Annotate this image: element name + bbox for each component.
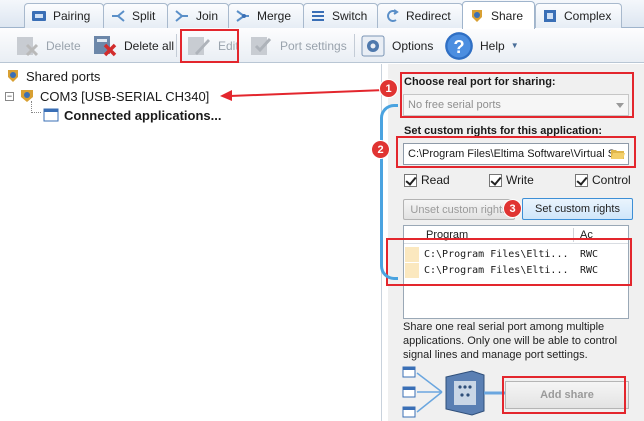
tree-root-label: Shared ports [26,68,101,84]
port-settings-icon [251,36,272,55]
tab-label: Complex [564,9,612,23]
svg-text:?: ? [453,35,464,56]
delete-label: Delete [46,38,81,53]
annotation-badge-2: 2 [371,140,390,159]
share-settings-panel: Choose real port for sharing: No free se… [388,64,644,421]
row-marker [405,263,419,278]
merge-icon [236,10,249,22]
write-label: Write [506,173,534,187]
list-item-access: RWC [580,249,599,260]
port-settings-label: Port settings [280,38,347,53]
checkbox-checked-icon [404,173,417,187]
column-program[interactable]: Program [426,229,468,241]
port-settings-button[interactable]: Port settings [248,30,347,61]
delete-all-label: Delete all [124,38,175,53]
options-label: Options [392,38,434,53]
set-custom-rights-button[interactable]: Set custom rights [522,198,633,220]
edit-label: Edit [218,38,239,53]
tree-root[interactable]: Shared ports [5,68,100,84]
app-path-value: C:\Program Files\Eltima Software\Virtual… [408,148,616,160]
applications-list[interactable]: Program Ac C:\Program Files\Elti... RWC … [403,225,629,319]
annotation-badge-3: 3 [503,199,522,218]
pairing-icon [32,11,46,21]
tab-merge[interactable]: Merge [228,3,304,28]
column-separator [573,228,574,242]
unset-custom-rights-button[interactable]: Unset custom rights [403,199,515,220]
folder-open-icon[interactable] [610,146,626,162]
row-marker [405,247,419,262]
options-button[interactable]: Options [360,30,433,61]
list-item[interactable]: C:\Program Files\Elti... RWC [404,247,628,262]
list-item[interactable]: C:\Program Files\Elti... RWC [404,263,628,278]
annotation-badge-1: 1 [379,79,398,98]
tab-complex[interactable]: Complex [535,3,622,28]
delete-icon [17,36,39,56]
write-checkbox[interactable]: Write [489,173,534,187]
tab-label: Redirect [406,9,451,23]
toolbar-separator [354,34,355,57]
complex-icon [544,10,556,22]
column-access[interactable]: Ac [580,229,593,241]
tab-label: Switch [332,9,368,23]
delete-all-button[interactable]: Delete all [92,30,174,61]
window-icon [43,108,59,122]
app-path-field[interactable]: C:\Program Files\Eltima Software\Virtual… [403,143,629,165]
edit-icon [188,36,210,55]
join-icon [175,10,188,22]
share-icon [472,9,482,22]
add-share-button[interactable]: Add share [505,381,629,409]
tab-split[interactable]: Split [103,3,168,28]
tab-join[interactable]: Join [167,3,229,28]
chevron-down-icon: ▼ [510,41,519,50]
help-icon: ? [445,31,473,60]
checkbox-checked-icon [575,173,588,187]
control-label: Control [592,173,631,187]
tab-label: Pairing [53,9,91,23]
tree-child-label: Connected applications... [64,107,222,123]
list-item-program: C:\Program Files\Elti... [424,249,569,260]
toolbar: Delete Delete all Edit Port settings Opt… [0,28,644,63]
split-icon [112,10,125,22]
tree-port-label: COM3 [USB-SERIAL CH340] [40,88,210,104]
delete-all-icon [94,35,117,56]
tab-switch[interactable]: Switch [303,3,378,28]
choose-port-label: Choose real port for sharing: [404,76,556,88]
switch-icon [312,11,324,21]
tab-label: Join [196,9,219,23]
tab-share[interactable]: Share [462,1,535,29]
share-description: Share one real serial port among multipl… [403,321,618,361]
tab-label: Merge [257,9,292,23]
annotation-brace [380,104,398,280]
tab-label: Split [132,9,156,23]
control-checkbox[interactable]: Control [575,173,631,187]
list-header: Program Ac [404,226,628,244]
tab-bar: Pairing Split Join Merge Switch Redirect… [0,0,644,29]
chevron-down-icon [616,103,624,108]
gear-icon [361,35,385,56]
help-button[interactable]: ? Help ▼ [444,30,519,61]
port-select[interactable]: No free serial ports [403,94,629,116]
edit-button[interactable]: Edit [186,30,239,61]
share-icon [8,70,18,82]
annotation-arrow [220,89,387,101]
toolbar-separator [176,34,177,57]
tab-redirect[interactable]: Redirect [377,3,463,28]
read-label: Read [421,173,450,187]
read-checkbox[interactable]: Read [404,173,450,187]
shared-ports-tree: Shared ports − COM3 [USB-SERIAL CH340] C… [0,64,382,421]
port-select-value: No free serial ports [408,99,501,111]
list-item-program: C:\Program Files\Elti... [424,265,569,276]
tab-label: Share [491,8,524,23]
redirect-icon [387,9,399,22]
delete-button[interactable]: Delete [14,30,81,61]
custom-rights-label: Set custom rights for this application: [404,125,603,137]
checkbox-checked-icon [489,173,502,187]
list-item-access: RWC [580,265,599,276]
tree-item-connected-apps[interactable]: Connected applications... [43,107,221,123]
collapse-icon[interactable]: − [5,91,14,101]
tab-pairing[interactable]: Pairing [24,3,104,28]
help-label: Help [480,38,505,53]
tree-connector [31,101,41,113]
share-diagram-icon [402,366,506,418]
